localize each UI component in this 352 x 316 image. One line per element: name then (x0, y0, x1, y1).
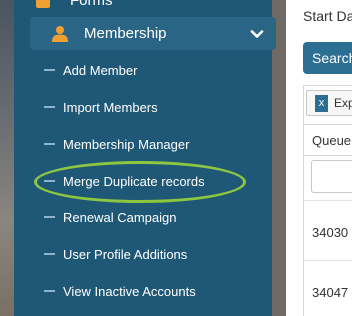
main-content: Start Da Search x Exp Queue 34030 34047 (286, 0, 352, 316)
column-header-queue[interactable]: Queue (312, 133, 351, 148)
dash-icon (44, 290, 55, 292)
menu-item-label: Renewal Campaign (63, 209, 177, 225)
start-date-label: Start Da (303, 8, 352, 24)
sidebar-section-membership[interactable]: Membership (30, 17, 276, 50)
dash-icon (44, 143, 55, 145)
dash-icon (44, 106, 55, 108)
table-header: Queue (303, 124, 352, 156)
sidebar-item-user-profile-additions[interactable]: User Profile Additions (44, 242, 187, 266)
forms-icon (36, 0, 50, 8)
menu-item-label: View Inactive Accounts (63, 283, 196, 299)
table-cell-queue: 34047 (312, 285, 349, 300)
chevron-down-icon[interactable] (250, 27, 264, 41)
menu-item-label: Membership Manager (63, 136, 190, 152)
dash-icon (44, 216, 55, 218)
excel-icon: x (315, 95, 328, 112)
sidebar-nav: Forms Membership Add Member Import Membe… (14, 0, 276, 316)
export-button[interactable]: x Exp (306, 90, 352, 116)
queue-filter-input[interactable] (311, 160, 352, 193)
search-button[interactable]: Search (303, 42, 352, 74)
dash-icon (44, 69, 55, 71)
user-icon (52, 26, 68, 42)
export-label: Exp (334, 96, 352, 110)
table-cell-queue: 34030 (312, 225, 349, 240)
menu-item-label: Import Members (63, 99, 158, 115)
sidebar-item-view-inactive-accounts[interactable]: View Inactive Accounts (44, 279, 196, 303)
menu-item-label: Add Member (63, 62, 138, 78)
row-divider (303, 260, 352, 261)
sidebar-item-import-members[interactable]: Import Members (44, 95, 158, 119)
row-divider (303, 200, 352, 201)
sidebar-item-forms[interactable]: Forms (14, 0, 272, 12)
sidebar-item-membership-manager[interactable]: Membership Manager (44, 132, 189, 156)
menu-item-label: User Profile Additions (63, 246, 188, 262)
dash-icon (44, 253, 55, 255)
highlight-ellipse (34, 161, 246, 203)
sidebar-item-renewal-campaign[interactable]: Renewal Campaign (44, 205, 176, 229)
sidebar-item-add-member[interactable]: Add Member (44, 58, 137, 82)
sidebar-section-label: Membership (84, 25, 167, 42)
sidebar-item-label: Forms (70, 0, 113, 9)
